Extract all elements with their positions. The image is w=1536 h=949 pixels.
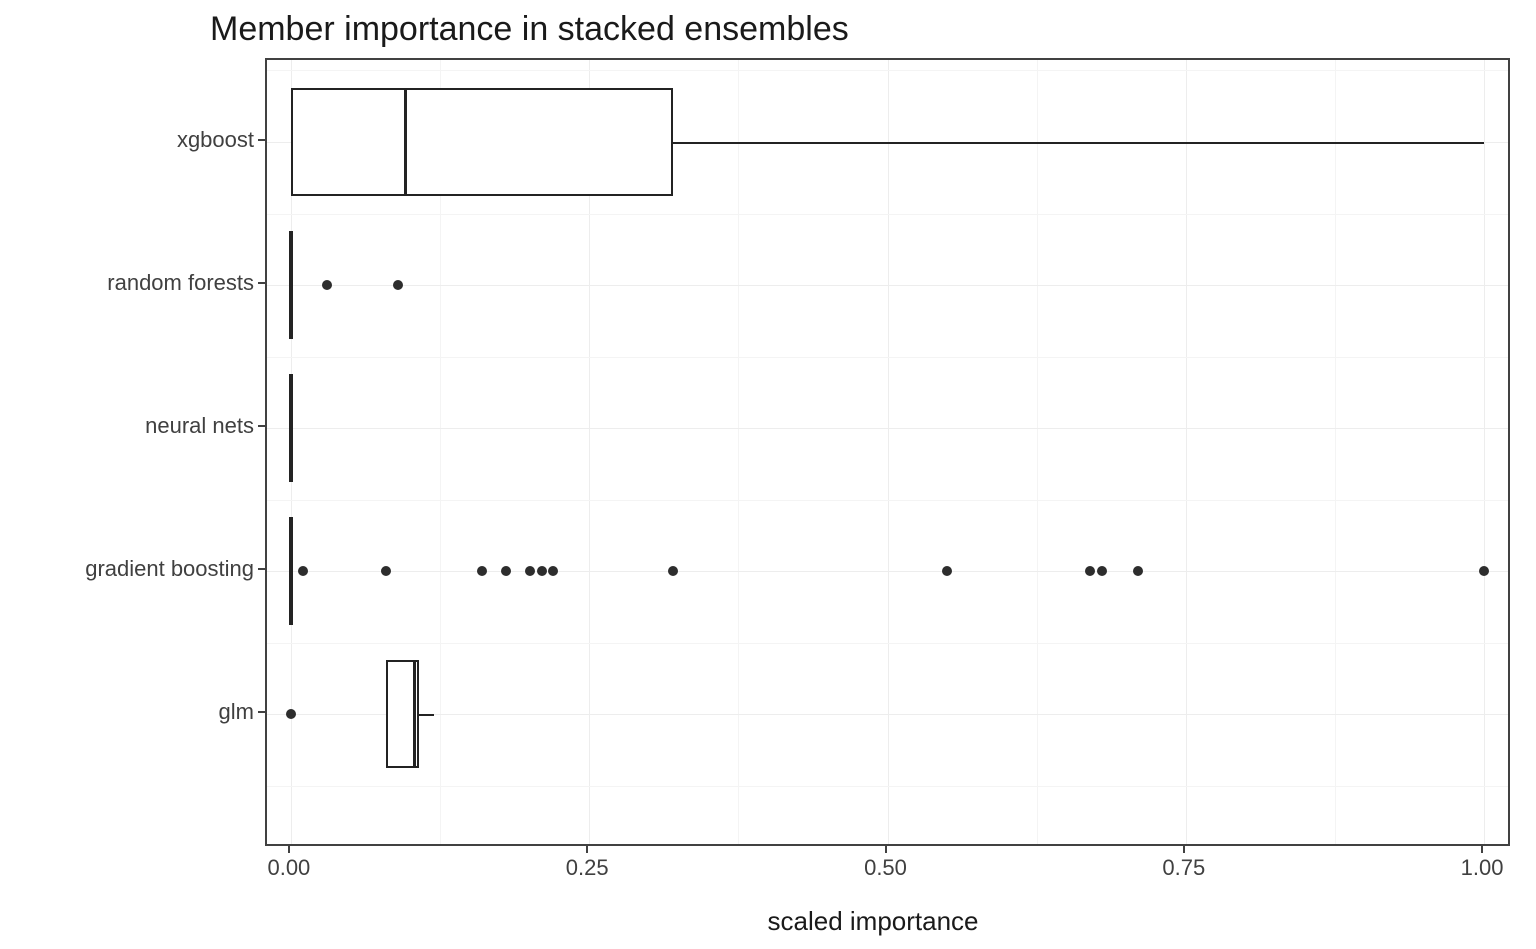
outlier-gradient-boosting	[1479, 566, 1489, 576]
gridline-v	[888, 60, 889, 844]
chart-title: Member importance in stacked ensembles	[210, 10, 849, 49]
x-tick-label: 0.75	[1162, 855, 1205, 881]
gridline-h-minor	[267, 70, 1508, 71]
outlier-random-forests	[322, 280, 332, 290]
outlier-gradient-boosting	[477, 566, 487, 576]
y-tick-label: gradient boosting	[85, 556, 254, 582]
gridline-h-minor	[267, 357, 1508, 358]
gridline-v-minor	[1037, 60, 1038, 844]
outlier-glm	[286, 709, 296, 719]
outlier-random-forests	[393, 280, 403, 290]
y-tick-mark	[258, 282, 265, 284]
outlier-gradient-boosting	[1097, 566, 1107, 576]
outlier-gradient-boosting	[501, 566, 511, 576]
whisker-glm-upper	[419, 714, 435, 716]
y-tick-mark	[258, 425, 265, 427]
gridline-h	[267, 428, 1508, 429]
outlier-gradient-boosting	[1133, 566, 1143, 576]
y-tick-mark	[258, 568, 265, 570]
x-tick-label: 0.50	[864, 855, 907, 881]
outlier-gradient-boosting	[381, 566, 391, 576]
x-tick-mark	[288, 846, 290, 853]
outlier-gradient-boosting	[942, 566, 952, 576]
y-tick-label: glm	[219, 699, 254, 725]
gridline-v-minor	[1335, 60, 1336, 844]
gridline-h	[267, 714, 1508, 715]
gridline-h-minor	[267, 214, 1508, 215]
x-tick-label: 1.00	[1461, 855, 1504, 881]
outlier-gradient-boosting	[668, 566, 678, 576]
gridline-h-minor	[267, 643, 1508, 644]
box-neural-nets	[289, 374, 293, 482]
x-tick-mark	[586, 846, 588, 853]
whisker-xgboost-upper	[673, 142, 1484, 144]
gridline-h-minor	[267, 786, 1508, 787]
x-tick-mark	[1183, 846, 1185, 853]
x-axis-label: scaled importance	[0, 906, 1536, 937]
y-tick-label: random forests	[107, 270, 254, 296]
y-tick-mark	[258, 711, 265, 713]
outlier-gradient-boosting	[298, 566, 308, 576]
gridline-v	[1484, 60, 1485, 844]
gridline-v	[1186, 60, 1187, 844]
y-tick-mark	[258, 139, 265, 141]
y-tick-label: neural nets	[145, 413, 254, 439]
gridline-h	[267, 571, 1508, 572]
box-gradient-boosting	[289, 517, 293, 625]
gridline-v-minor	[738, 60, 739, 844]
x-tick-label: 0.25	[566, 855, 609, 881]
y-tick-label: xgboost	[177, 127, 254, 153]
outlier-gradient-boosting	[1085, 566, 1095, 576]
median-glm	[413, 660, 416, 768]
median-xgboost	[404, 88, 407, 196]
outlier-gradient-boosting	[525, 566, 535, 576]
gridline-h	[267, 285, 1508, 286]
plot-panel	[265, 58, 1510, 846]
x-tick-mark	[1481, 846, 1483, 853]
outlier-gradient-boosting	[548, 566, 558, 576]
x-tick-mark	[885, 846, 887, 853]
box-xgboost	[291, 88, 673, 196]
x-tick-label: 0.00	[267, 855, 310, 881]
boxplot-chart: Member importance in stacked ensembles x…	[0, 0, 1536, 949]
box-random-forests	[289, 231, 293, 339]
outlier-gradient-boosting	[537, 566, 547, 576]
gridline-h-minor	[267, 500, 1508, 501]
